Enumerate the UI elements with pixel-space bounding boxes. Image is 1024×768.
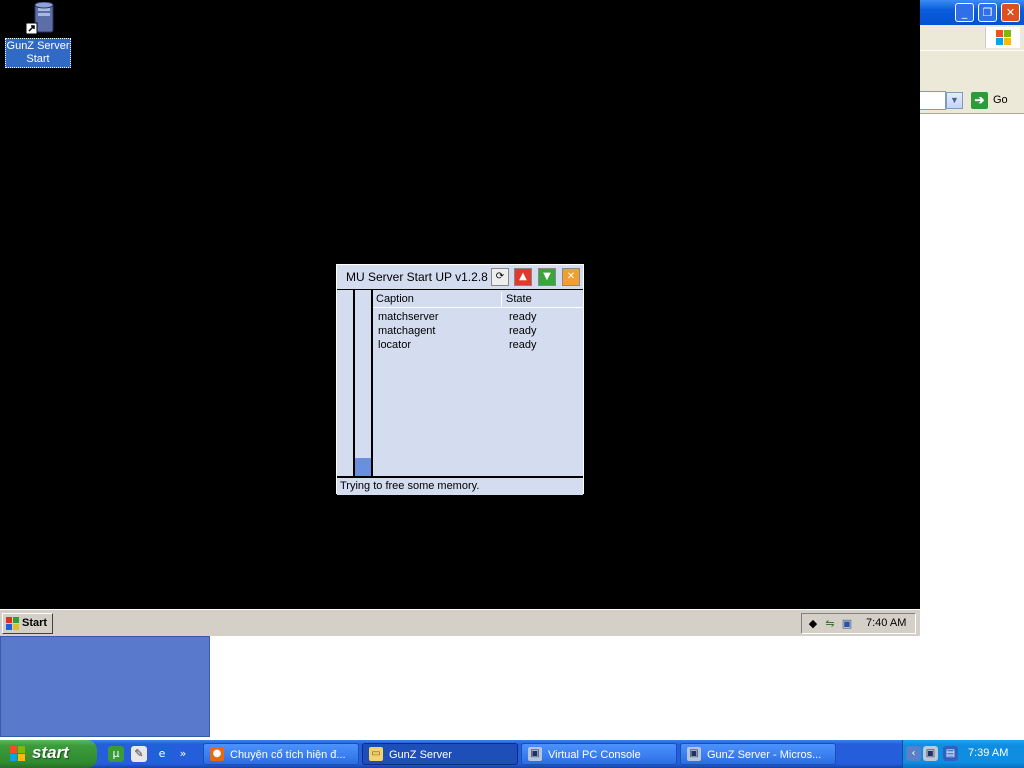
column-header-state[interactable]: State xyxy=(503,292,583,307)
windows-flag-icon xyxy=(10,746,25,761)
start-button[interactable]: start xyxy=(0,740,97,768)
taskbar-item-label: GunZ Server xyxy=(389,749,452,761)
process-list: Caption State matchserver ready matchage… xyxy=(373,290,583,476)
row-state: ready xyxy=(509,325,537,337)
column-header-caption[interactable]: Caption xyxy=(373,292,502,307)
list-header: Caption State xyxy=(373,292,583,308)
taskbar-item-label: Chuyện cổ tích hiện đ... xyxy=(230,749,346,761)
virtual-pc-icon: ▣ xyxy=(687,747,701,761)
folder-icon: ▭ xyxy=(369,747,383,761)
virtual-pc-icon: ▣ xyxy=(528,747,542,761)
server-start-window: MU Server Start UP v1.2.8 ⟳ ▲ ▼ ✕ Captio… xyxy=(336,264,584,495)
row-state: ready xyxy=(509,311,537,323)
window-title: MU Server Start UP v1.2.8 xyxy=(346,270,488,284)
refresh-icon[interactable]: ⟳ xyxy=(491,268,509,286)
list-item[interactable]: locator ready xyxy=(373,338,583,352)
clock[interactable]: 7:39 AM xyxy=(968,747,1008,759)
windows-flag-icon xyxy=(985,27,1020,48)
taskbar-item[interactable]: ▣ Virtual PC Console xyxy=(521,743,677,765)
connection-icon[interactable]: ⇋ xyxy=(823,617,837,631)
desktop-icon-label: GunZ Server Start xyxy=(5,38,71,68)
monitor-icon[interactable]: ▤ xyxy=(943,746,958,761)
row-state: ready xyxy=(509,339,537,351)
row-caption: locator xyxy=(378,339,412,351)
window-titlebar[interactable]: MU Server Start UP v1.2.8 ⟳ ▲ ▼ ✕ xyxy=(337,265,583,290)
scroll-thumb[interactable] xyxy=(355,458,371,476)
windows-flag-icon xyxy=(6,617,19,630)
row-caption: matchagent xyxy=(378,325,436,337)
quicklaunch-more-icon[interactable]: » xyxy=(177,746,189,762)
network-icon[interactable]: ◆ xyxy=(806,617,820,631)
utorrent-icon[interactable]: µ xyxy=(108,746,124,762)
guest-start-button[interactable]: Start xyxy=(2,613,53,634)
host-panel xyxy=(0,636,210,737)
close-icon[interactable]: ✕ xyxy=(562,268,580,286)
virtual-pc-tray-icon[interactable]: ▣ xyxy=(923,746,938,761)
computer-icon[interactable]: ▣ xyxy=(840,617,854,631)
list-item[interactable]: matchagent ready xyxy=(373,324,583,338)
guest-system-tray: ◆ ⇋ ▣ 7:40 AM xyxy=(801,613,916,634)
row-caption: matchserver xyxy=(378,311,439,323)
internet-explorer-icon[interactable]: e xyxy=(154,746,170,762)
status-bar: Trying to free some memory. xyxy=(337,476,583,495)
go-arrow-icon[interactable]: ➔ xyxy=(971,92,988,109)
server-icon xyxy=(26,2,54,35)
minimize-button[interactable]: _ xyxy=(955,3,974,22)
collapse-tray-icon[interactable]: ‹ xyxy=(906,746,921,761)
start-label: start xyxy=(32,743,69,762)
chevron-down-icon[interactable]: ▼ xyxy=(946,92,963,109)
notepad-icon[interactable]: ✎ xyxy=(131,746,147,762)
firefox-icon: ● xyxy=(210,747,224,761)
guest-clock[interactable]: 7:40 AM xyxy=(866,617,906,629)
guest-taskbar: Start ◆ ⇋ ▣ 7:40 AM xyxy=(0,609,920,637)
guest-start-label: Start xyxy=(22,617,48,629)
move-up-icon[interactable]: ▲ xyxy=(514,268,532,286)
restore-button[interactable]: ❐ xyxy=(978,3,997,22)
host-taskbar: start µ ✎ e » ● Chuyện cổ tích hiện đ...… xyxy=(0,740,1024,768)
taskbar-item-label: GunZ Server - Micros... xyxy=(707,749,822,761)
side-panel-scroll[interactable] xyxy=(355,290,373,476)
taskbar-item[interactable]: ▣ GunZ Server - Micros... xyxy=(680,743,836,765)
side-panel-left xyxy=(337,290,355,476)
taskbar-item-label: Virtual PC Console xyxy=(548,749,641,761)
address-input[interactable] xyxy=(920,91,946,110)
close-button[interactable]: ✕ xyxy=(1001,3,1020,22)
taskbar-item[interactable]: ▭ GunZ Server xyxy=(362,743,518,765)
go-button-label[interactable]: Go xyxy=(993,94,1008,106)
host-toolbar xyxy=(920,50,1024,89)
status-text: Trying to free some memory. xyxy=(340,480,480,492)
taskbar-item[interactable]: ● Chuyện cổ tích hiện đ... xyxy=(203,743,359,765)
list-item[interactable]: matchserver ready xyxy=(373,310,583,324)
system-tray: ‹ ▣ ▤ 7:39 AM xyxy=(902,740,1024,768)
move-down-icon[interactable]: ▼ xyxy=(538,268,556,286)
